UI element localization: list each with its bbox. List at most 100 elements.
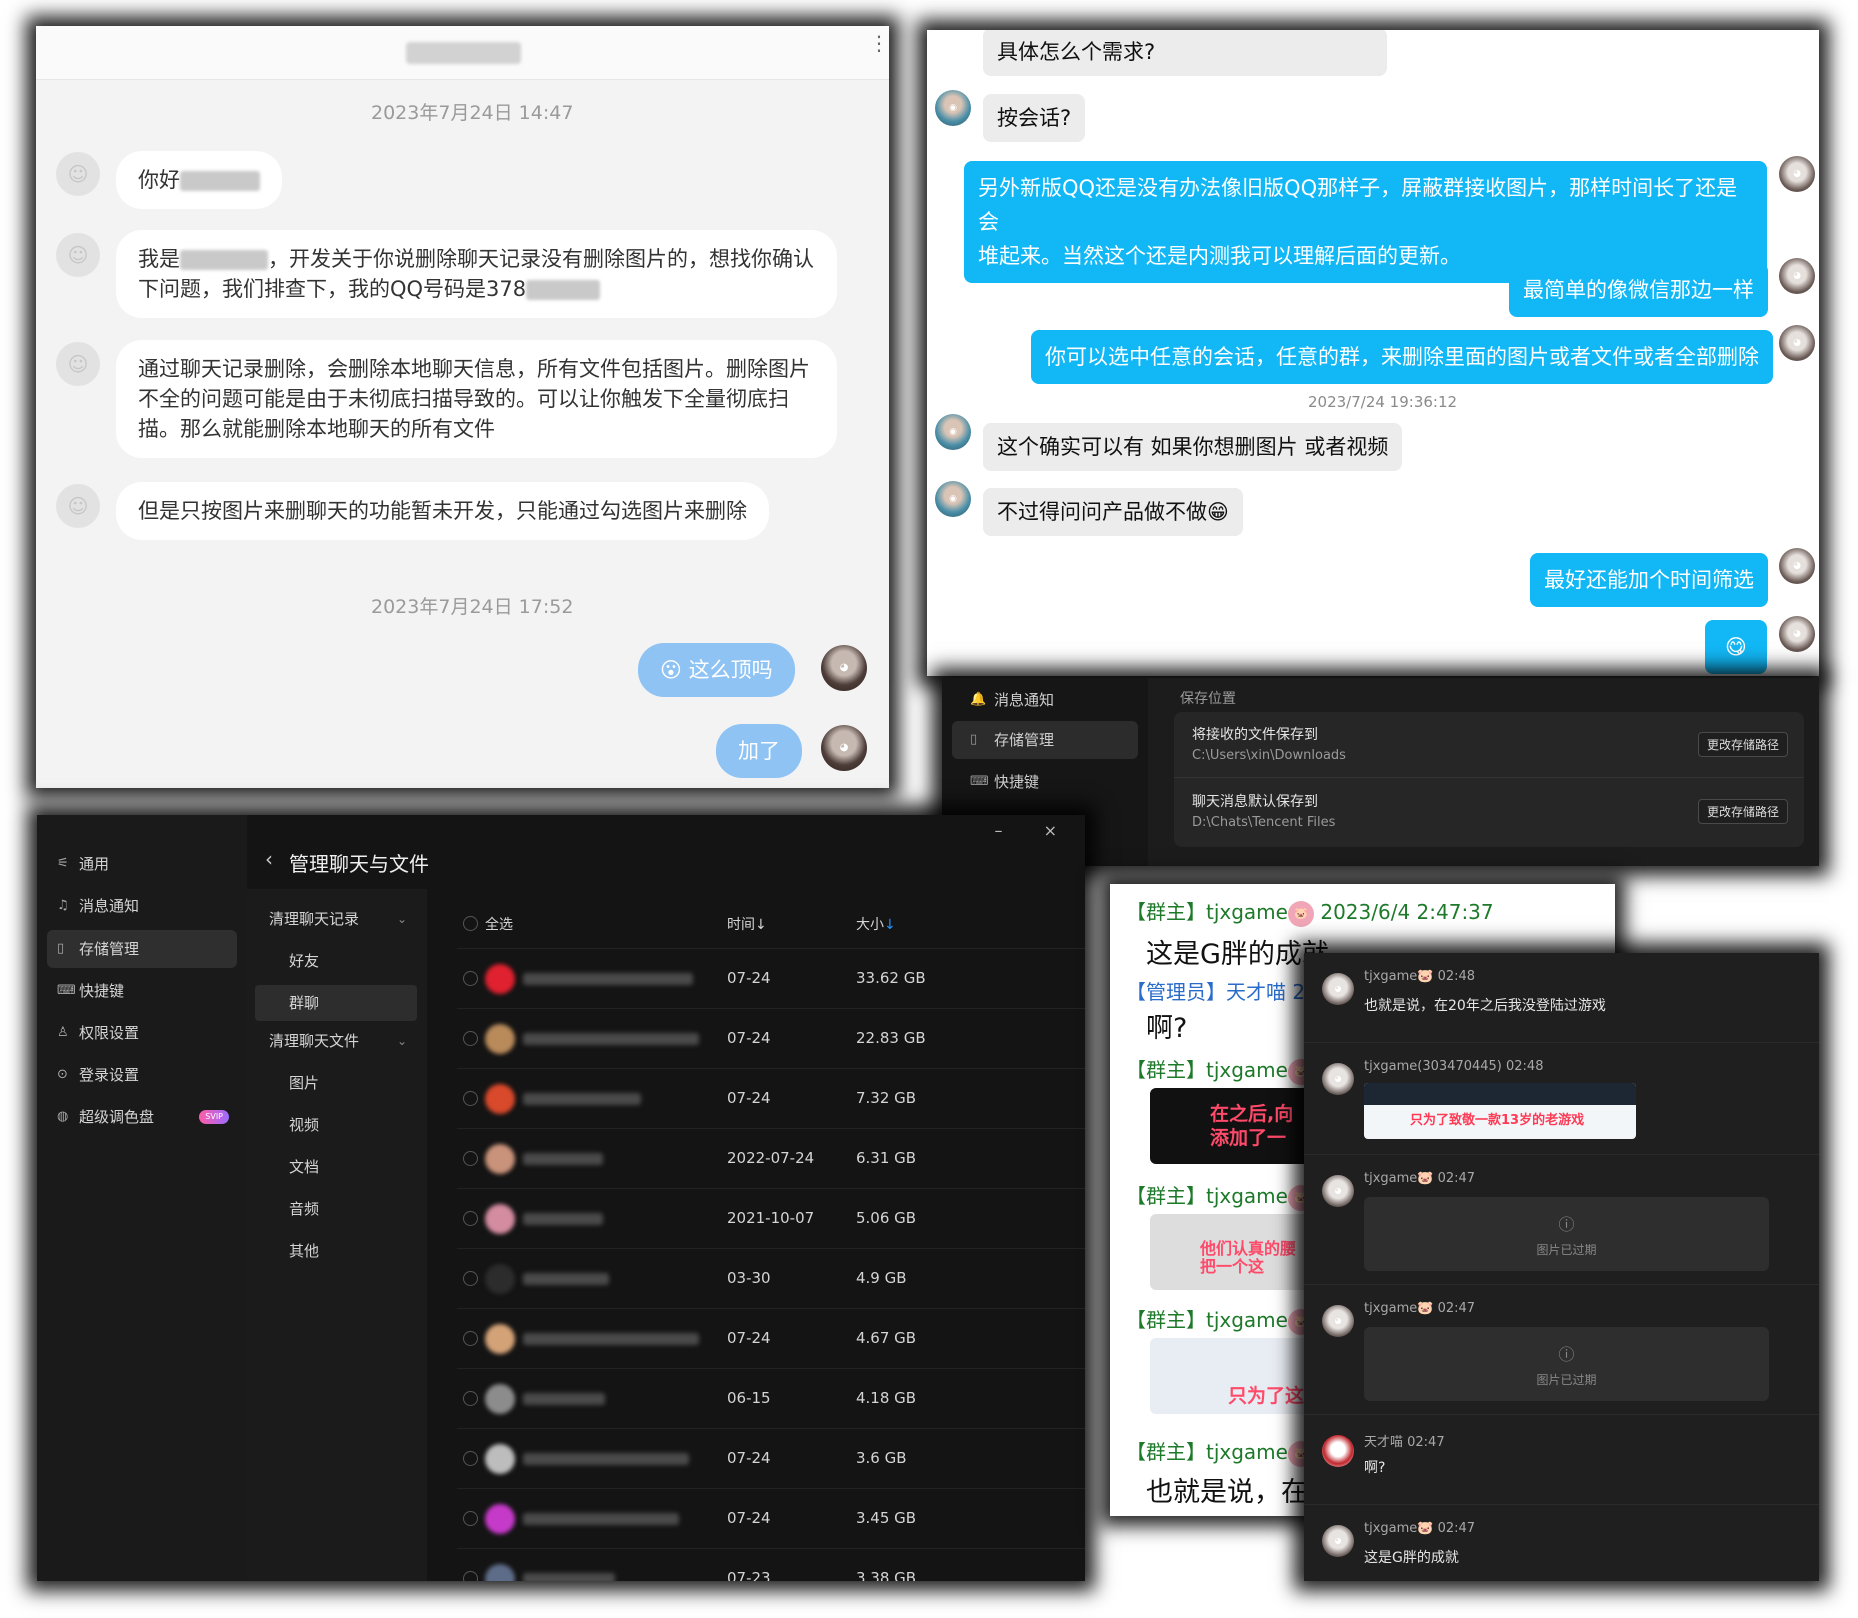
image-thumbnail[interactable]: 只为了这	[1150, 1338, 1330, 1414]
message-text: ，开发关于你说删除聊天记录没有删除图片的，想找你确认	[268, 247, 814, 271]
more-options-icon[interactable]: ⋮	[869, 33, 889, 53]
row-checkbox[interactable]	[463, 1331, 478, 1346]
chevron-down-icon: ⌄	[396, 1034, 407, 1048]
user-avatar[interactable]: ◕	[1779, 156, 1815, 192]
col-time[interactable]: 时间↓	[727, 914, 767, 934]
user-avatar[interactable]: ◕	[1322, 1525, 1354, 1557]
user-avatar[interactable]: ◕	[1779, 258, 1815, 294]
col-size[interactable]: 大小↓	[856, 914, 896, 934]
row-title: 将接收的文件保存到	[1192, 727, 1318, 743]
row-checkbox[interactable]	[463, 1511, 478, 1526]
nav-item-label: 超级调色盘	[79, 1108, 155, 1126]
table-row[interactable]: 07-23 3.38 GB	[457, 1549, 1085, 1581]
user-avatar[interactable]: ◕	[1779, 325, 1815, 361]
nav-item-label: 消息通知	[79, 897, 140, 915]
nav-item-notifications[interactable]: 🔔 消息通知	[952, 681, 1138, 719]
table-row[interactable]: 07-24 7.32 GB	[457, 1069, 1085, 1129]
row-checkbox[interactable]	[463, 1271, 478, 1286]
dev-avatar[interactable]: ◉	[935, 481, 971, 517]
message-text: 你可以选中任意的会话，任意的群，来删除里面的图片或者文件或者全部删除	[1045, 345, 1759, 369]
table-row[interactable]: 07-24 33.62 GB	[457, 949, 1085, 1009]
sub-item-documents[interactable]: 文档	[255, 1149, 417, 1185]
nav-item-notifications[interactable]: ♫ 消息通知	[47, 887, 237, 925]
table-row[interactable]: 07-24 4.67 GB	[457, 1309, 1085, 1369]
row-checkbox[interactable]	[463, 1151, 478, 1166]
image-thumbnail[interactable]: 只为了致敬一款13岁的老游戏	[1364, 1083, 1636, 1139]
change-path-button[interactable]: 更改存储路径	[1697, 799, 1788, 824]
user-avatar[interactable]: ◕	[1779, 548, 1815, 584]
nav-item-palette[interactable]: ◍ 超级调色盘 SVIP	[47, 1098, 237, 1136]
message-bubble: 按会话?	[983, 94, 1086, 142]
chat-avatar	[485, 1024, 515, 1054]
row-checkbox[interactable]	[463, 1391, 478, 1406]
chat-message: ◕ tjxgame🐷 02:47 ⓘ 图片已过期	[1304, 1285, 1819, 1415]
window-controls[interactable]: – ×	[995, 821, 1076, 840]
expired-label: 图片已过期	[1536, 1373, 1597, 1387]
nav-item-login[interactable]: ⊙ 登录设置	[47, 1056, 237, 1094]
sub-item-videos[interactable]: 视频	[255, 1107, 417, 1143]
sub-item-images[interactable]: 图片	[255, 1065, 417, 1101]
change-path-button[interactable]: 更改存储路径	[1697, 732, 1788, 757]
chat-avatar	[485, 1264, 515, 1294]
user-avatar[interactable]: ◕	[821, 645, 867, 691]
dev-avatar[interactable]: ◉	[935, 90, 971, 126]
row-time: 07-24	[727, 1029, 771, 1047]
nav-item-general[interactable]: ⚟ 通用	[47, 845, 237, 883]
row-checkbox[interactable]	[463, 1031, 478, 1046]
group-chat-records[interactable]: 清理聊天记录 ⌄	[255, 901, 417, 937]
chat-avatar	[485, 1324, 515, 1354]
sent-message-bubble: 加了	[716, 724, 802, 778]
image-banner	[1364, 1083, 1636, 1105]
row-checkbox[interactable]	[463, 1451, 478, 1466]
message-text: 这么顶吗	[688, 658, 773, 682]
user-avatar[interactable]: ◕	[821, 725, 867, 771]
table-row[interactable]: 2021-10-07 5.06 GB	[457, 1189, 1085, 1249]
row-size: 33.62 GB	[856, 969, 926, 987]
col-select-all[interactable]: 全选	[485, 914, 513, 934]
user-avatar[interactable]: ◕	[1322, 1175, 1354, 1207]
group-chat-files[interactable]: 清理聊天文件 ⌄	[255, 1023, 417, 1059]
table-row[interactable]: 07-24 3.45 GB	[457, 1489, 1085, 1549]
nav-item-shortcuts[interactable]: ⌨ 快捷键	[952, 763, 1138, 801]
table-row[interactable]: 07-24 3.6 GB	[457, 1429, 1085, 1489]
row-time: 07-24	[727, 1089, 771, 1107]
nav-item-label: 快捷键	[79, 982, 125, 1000]
row-size: 3.38 GB	[856, 1569, 917, 1581]
table-row[interactable]: 2022-07-24 6.31 GB	[457, 1129, 1085, 1189]
nav-item-storage[interactable]: ▯ 存储管理	[952, 721, 1138, 759]
dev-avatar[interactable]: ◉	[935, 414, 971, 450]
table-row[interactable]: 03-30 4.9 GB	[457, 1249, 1085, 1309]
row-checkbox[interactable]	[463, 1211, 478, 1226]
user-avatar[interactable]: ◕	[1322, 973, 1354, 1005]
user-avatar[interactable]: ◕	[1322, 1063, 1354, 1095]
back-arrow-icon[interactable]: ‹	[265, 847, 273, 871]
image-caption: 在之后,向 添加了一	[1210, 1103, 1294, 1149]
row-checkbox[interactable]	[463, 971, 478, 986]
user-avatar[interactable]: ◕	[1322, 1305, 1354, 1337]
user-avatar[interactable]: ◕	[1779, 616, 1815, 652]
row-time: 07-24	[727, 1509, 771, 1527]
sub-item-groups[interactable]: 群聊	[255, 985, 417, 1021]
row-size: 4.18 GB	[856, 1389, 917, 1407]
chat-name-blurred	[523, 1573, 615, 1581]
robot-avatar-icon: ☺	[56, 152, 100, 196]
sub-item-other[interactable]: 其他	[255, 1233, 417, 1269]
chat-message: ◕ tjxgame🐷 02:47 这是G胖的成就	[1304, 1505, 1819, 1581]
chat-message: ◕ tjxgame🐷 02:48 也就是说，在20年之后我没登陆过游戏	[1304, 953, 1819, 1043]
nav-item-permissions[interactable]: ♙ 权限设置	[47, 1014, 237, 1052]
row-checkbox[interactable]	[463, 1571, 478, 1581]
nav-item-shortcuts[interactable]: ⌨ 快捷键	[47, 972, 237, 1010]
sub-item-friends[interactable]: 好友	[255, 943, 417, 979]
row-time: 07-24	[727, 969, 771, 987]
image-thumbnail[interactable]: 他们认真的腰 把一个这	[1150, 1214, 1330, 1290]
select-all-checkbox[interactable]	[463, 916, 478, 931]
table-row[interactable]: 06-15 4.18 GB	[457, 1369, 1085, 1429]
row-checkbox[interactable]	[463, 1091, 478, 1106]
sub-item-audio[interactable]: 音频	[255, 1191, 417, 1227]
table-row[interactable]: 07-24 22.83 GB	[457, 1009, 1085, 1069]
nav-item-storage[interactable]: ▯ 存储管理	[47, 930, 237, 968]
image-thumbnail[interactable]: 在之后,向 添加了一	[1150, 1088, 1330, 1164]
info-circle-icon: ⓘ	[1558, 1215, 1575, 1234]
sent-message-bubble: 你可以选中任意的会话，任意的群，来删除里面的图片或者文件或者全部删除	[1031, 330, 1773, 384]
user-avatar[interactable]: ♛	[1322, 1435, 1354, 1467]
